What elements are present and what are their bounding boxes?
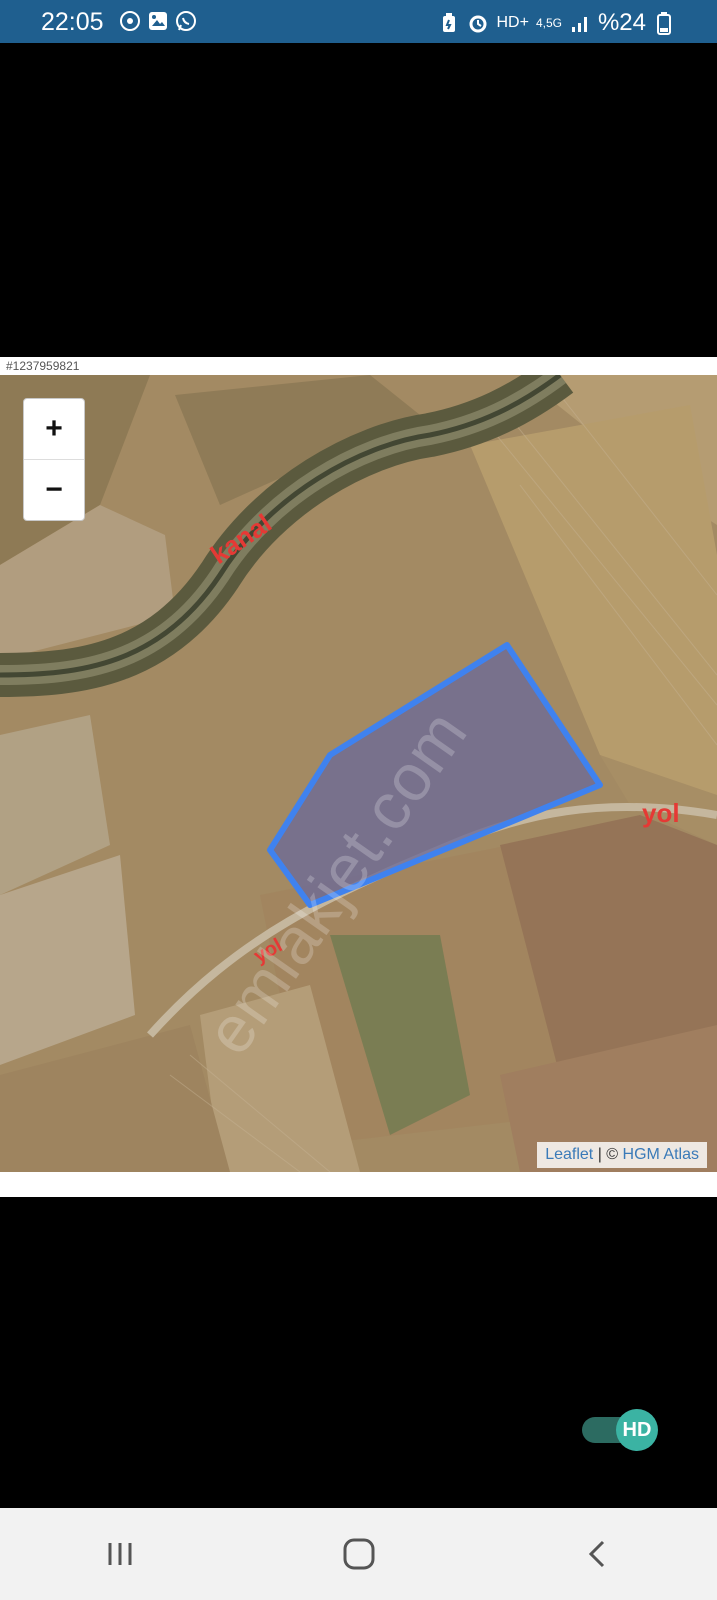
status-bar: 22:05 HD+ 4,5G %24: [0, 0, 717, 43]
home-icon: [343, 1538, 374, 1570]
hd-toggle[interactable]: HD: [582, 1409, 658, 1451]
battery-saver-icon: [438, 12, 460, 34]
recent-apps-button[interactable]: [75, 1524, 165, 1584]
leaflet-link[interactable]: Leaflet: [545, 1146, 593, 1163]
home-button[interactable]: [314, 1524, 404, 1584]
recent-apps-icon: [108, 1543, 131, 1565]
battery-percent: %24: [597, 9, 646, 36]
alarm-icon: [467, 12, 489, 34]
attribution-separator: | ©: [593, 1146, 623, 1163]
gallery-icon: [147, 10, 169, 32]
satellite-map[interactable]: + − kanal yol yol emlakjet.com Leaflet |…: [0, 375, 717, 1172]
notification-icon: [119, 10, 141, 32]
navigation-bar: [0, 1508, 717, 1600]
road-label-right: yol: [642, 798, 680, 828]
hd-plus-text: HD+: [496, 14, 529, 31]
listing-id: #1237959821: [0, 357, 717, 375]
status-left-icons: [119, 10, 197, 32]
whatsapp-icon: [175, 10, 197, 32]
map-attribution: Leaflet | © HGM Atlas: [537, 1142, 707, 1168]
map-bottom-strip: [0, 1172, 717, 1197]
battery-icon: [653, 12, 675, 35]
back-icon: [588, 1540, 604, 1568]
status-time: 22:05: [41, 8, 104, 36]
map-imagery: [0, 375, 717, 1172]
network-type-text: 4,5G: [535, 16, 562, 30]
zoom-out-button[interactable]: −: [24, 459, 84, 520]
zoom-in-button[interactable]: +: [24, 399, 84, 459]
hd-toggle-knob: HD: [616, 1409, 658, 1451]
signal-icon: [569, 12, 591, 34]
zoom-control: + −: [23, 398, 85, 521]
status-right: HD+ 4,5G %24: [438, 9, 675, 37]
provider-link[interactable]: HGM Atlas: [623, 1146, 699, 1163]
back-button[interactable]: [553, 1524, 643, 1584]
